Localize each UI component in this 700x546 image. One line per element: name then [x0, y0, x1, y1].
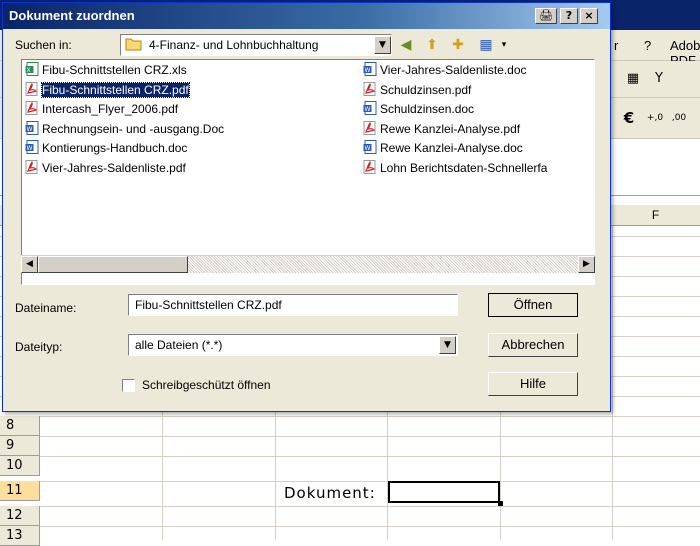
- grid-line: [0, 526, 700, 527]
- back-icon[interactable]: ◀: [395, 35, 417, 55]
- grid-line: [0, 436, 700, 437]
- row-header-11[interactable]: 11: [0, 481, 40, 501]
- svg-text:X: X: [27, 67, 31, 74]
- dokument-zuordnen-dialog: Dokument zuordnen 🖨 ? × Suchen in: 4-Fin…: [2, 2, 611, 412]
- scroll-right-icon[interactable]: ▶: [578, 256, 595, 273]
- file-item[interactable]: Vier-Jahres-Saldenliste.pdf: [24, 159, 186, 177]
- file-name: Schuldzinsen.doc: [380, 102, 475, 116]
- filetype-chevron-down-icon[interactable]: ▼: [439, 336, 456, 354]
- look-in-label: Suchen in:: [15, 38, 72, 52]
- svg-text:W: W: [27, 145, 33, 152]
- cell-label-dokument: Dokument:: [284, 484, 376, 502]
- file-item[interactable]: Fibu-Schnittstellen CRZ.pdf: [24, 81, 190, 99]
- readonly-checkbox[interactable]: [122, 379, 135, 392]
- row-header-8[interactable]: 8: [0, 416, 40, 436]
- scroll-track[interactable]: [188, 256, 578, 273]
- row-header-9[interactable]: 9: [0, 436, 40, 456]
- file-name: Kontierungs-Handbuch.doc: [42, 141, 188, 155]
- file-name: Rechnungsein- und -ausgang.Doc: [42, 121, 225, 136]
- file-name: Rewe Kanzlei-Analyse.pdf: [380, 121, 521, 136]
- file-name: Fibu-Schnittstellen CRZ.pdf: [41, 81, 190, 98]
- svg-text:W: W: [365, 106, 371, 113]
- folder-icon: [125, 38, 142, 51]
- doc-file-icon: W: [363, 62, 377, 76]
- row-header-13[interactable]: 13: [0, 526, 40, 546]
- grid-line: [0, 481, 700, 482]
- pdf-file-icon: [363, 120, 377, 135]
- euro-icon[interactable]: €: [618, 107, 640, 129]
- active-cell[interactable]: [388, 481, 503, 506]
- increase-decimal-icon[interactable]: +,0: [644, 107, 666, 129]
- file-name: Fibu-Schnittstellen CRZ.xls: [42, 63, 187, 77]
- pdf-file-icon: [25, 101, 39, 115]
- dialog-titlebar[interactable]: Dokument zuordnen 🖨 ? ×: [3, 3, 610, 29]
- grid-line: [0, 416, 700, 417]
- file-item[interactable]: Intercash_Flyer_2006.pdf: [24, 101, 178, 118]
- dialog-title: Dokument zuordnen: [9, 8, 135, 23]
- look-in-combo[interactable]: 4-Finanz- und Lohnbuchhaltung: [120, 34, 392, 56]
- file-list[interactable]: X Fibu-Schnittstellen CRZ.xls Fibu-Schnitt…: [21, 59, 595, 285]
- filename-label: Dateiname:: [15, 301, 77, 315]
- up-folder-icon[interactable]: ⬆: [421, 35, 443, 55]
- views-dropdown-icon[interactable]: ▾: [493, 35, 515, 55]
- file-item[interactable]: W Vier-Jahres-Saldenliste.doc: [362, 62, 527, 79]
- file-item[interactable]: Lohn Berichtsdaten-Schnellerfa: [362, 159, 548, 177]
- file-name: Rewe Kanzlei-Analyse.doc: [380, 141, 523, 155]
- row-header-12[interactable]: 12: [0, 506, 40, 526]
- svg-text:W: W: [365, 145, 371, 152]
- file-item[interactable]: W Rewe Kanzlei-Analyse.doc: [362, 140, 523, 157]
- file-name: Vier-Jahres-Saldenliste.pdf: [42, 160, 186, 175]
- pdf-file-icon: [363, 159, 377, 174]
- grid-line: [0, 456, 700, 457]
- file-name: Lohn Berichtsdaten-Schnellerfa: [380, 160, 548, 175]
- decrease-decimal-icon[interactable]: ,00: [668, 107, 690, 129]
- pdf-file-icon: [363, 81, 377, 96]
- xls-file-icon: X: [25, 62, 39, 76]
- pdf-file-icon: [25, 81, 39, 96]
- scroll-left-icon[interactable]: ◀: [21, 256, 38, 273]
- column-header-f[interactable]: F: [610, 205, 700, 225]
- horizontal-scrollbar[interactable]: ◀ ▶: [21, 255, 595, 273]
- filename-field[interactable]: Fibu-Schnittstellen CRZ.pdf: [128, 294, 458, 316]
- pdf-file-icon: [25, 159, 39, 174]
- file-item[interactable]: W Schuldzinsen.doc: [362, 101, 474, 118]
- svg-text:W: W: [365, 67, 371, 74]
- filter-icon[interactable]: Y: [648, 68, 670, 90]
- help-button[interactable]: Hilfe: [488, 372, 578, 396]
- close-button[interactable]: ×: [580, 8, 598, 24]
- pdf-settings-icon[interactable]: ▦: [622, 68, 644, 90]
- file-name: Vier-Jahres-Saldenliste.doc: [380, 63, 527, 77]
- cancel-button[interactable]: Abbrechen: [488, 333, 578, 357]
- open-button[interactable]: Öffnen: [488, 293, 578, 317]
- file-name: Intercash_Flyer_2006.pdf: [42, 102, 179, 116]
- row-header-10[interactable]: 10: [0, 456, 40, 476]
- menu-item-partial[interactable]: r: [614, 38, 618, 53]
- filetype-select[interactable]: alle Dateien (*.*): [128, 334, 458, 356]
- doc-file-icon: W: [363, 140, 377, 154]
- file-item[interactable]: Schuldzinsen.pdf: [362, 81, 472, 99]
- look-in-value: 4-Finanz- und Lohnbuchhaltung: [149, 38, 319, 52]
- chevron-down-icon[interactable]: ▼: [374, 36, 391, 54]
- file-item[interactable]: Rewe Kanzlei-Analyse.pdf: [362, 120, 521, 138]
- grid-line: [0, 506, 700, 507]
- doc-file-icon: W: [25, 120, 39, 135]
- doc-file-icon: W: [25, 140, 39, 154]
- print-icon[interactable]: 🖨: [535, 8, 557, 24]
- file-item[interactable]: W Rechnungsein- und -ausgang.Doc: [24, 120, 225, 138]
- file-item[interactable]: X Fibu-Schnittstellen CRZ.xls: [24, 62, 187, 79]
- filetype-label: Dateityp:: [15, 340, 63, 354]
- scroll-thumb[interactable]: [38, 256, 188, 273]
- file-item[interactable]: W Kontierungs-Handbuch.doc: [24, 140, 187, 157]
- menu-item-help[interactable]: ?: [644, 38, 651, 53]
- readonly-label[interactable]: Schreibgeschützt öffnen: [142, 378, 271, 392]
- svg-text:W: W: [27, 126, 33, 133]
- help-title-button[interactable]: ?: [560, 8, 578, 24]
- new-folder-icon[interactable]: ✚: [447, 35, 469, 55]
- file-name: Schuldzinsen.pdf: [380, 82, 472, 97]
- doc-file-icon: W: [363, 101, 377, 115]
